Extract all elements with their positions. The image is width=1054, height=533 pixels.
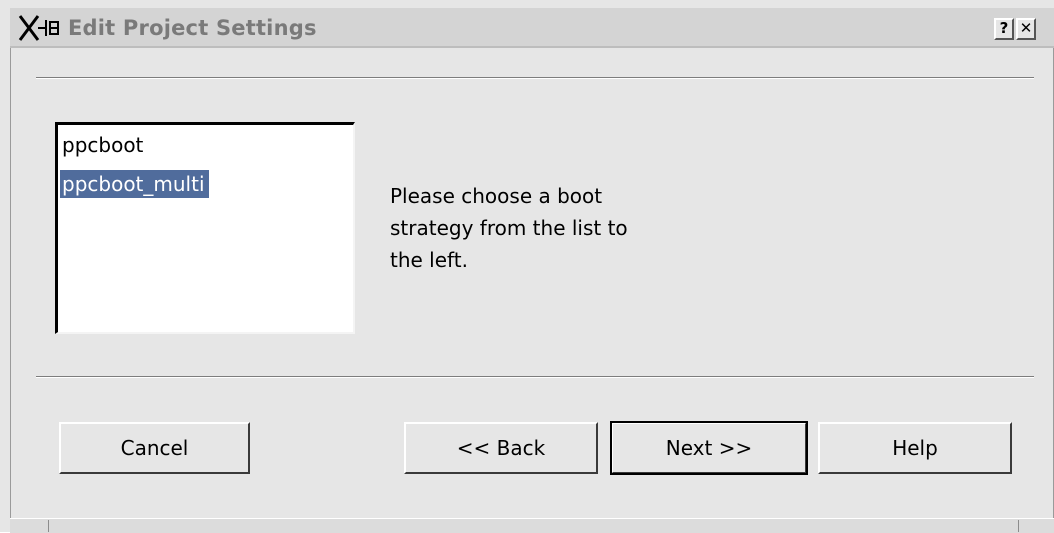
top-separator bbox=[36, 77, 1034, 79]
instruction-line-2: strategy from the list to bbox=[390, 216, 628, 240]
bottom-frame-notch-left bbox=[48, 520, 49, 532]
boot-strategy-list[interactable]: ppcboot ppcboot_multi bbox=[55, 122, 355, 334]
list-item-ppcboot-multi[interactable]: ppcboot_multi bbox=[60, 170, 209, 198]
bottom-frame bbox=[10, 518, 1054, 533]
instruction-text: Please choose a boot strategy from the l… bbox=[390, 180, 680, 276]
instruction-line-1: Please choose a boot bbox=[390, 184, 603, 208]
bottom-separator bbox=[36, 376, 1034, 378]
title-bar[interactable]: Edit Project Settings ? ✕ bbox=[10, 8, 1054, 48]
cancel-button[interactable]: Cancel bbox=[59, 422, 250, 474]
instruction-line-3: the left. bbox=[390, 248, 468, 272]
dialog-window: Edit Project Settings ? ✕ ppcboot ppcboo… bbox=[0, 0, 1054, 533]
back-button[interactable]: << Back bbox=[404, 422, 598, 474]
help-button[interactable]: Help bbox=[818, 422, 1012, 474]
help-title-button[interactable]: ? bbox=[994, 18, 1014, 40]
x-window-icon[interactable] bbox=[18, 14, 62, 42]
next-button[interactable]: Next >> bbox=[610, 421, 808, 475]
list-item-ppcboot[interactable]: ppcboot bbox=[60, 131, 147, 159]
window-frame-left bbox=[10, 48, 11, 532]
close-button[interactable]: ✕ bbox=[1016, 18, 1036, 40]
bottom-frame-notch-right bbox=[1018, 520, 1019, 532]
window-title: Edit Project Settings bbox=[68, 16, 317, 40]
